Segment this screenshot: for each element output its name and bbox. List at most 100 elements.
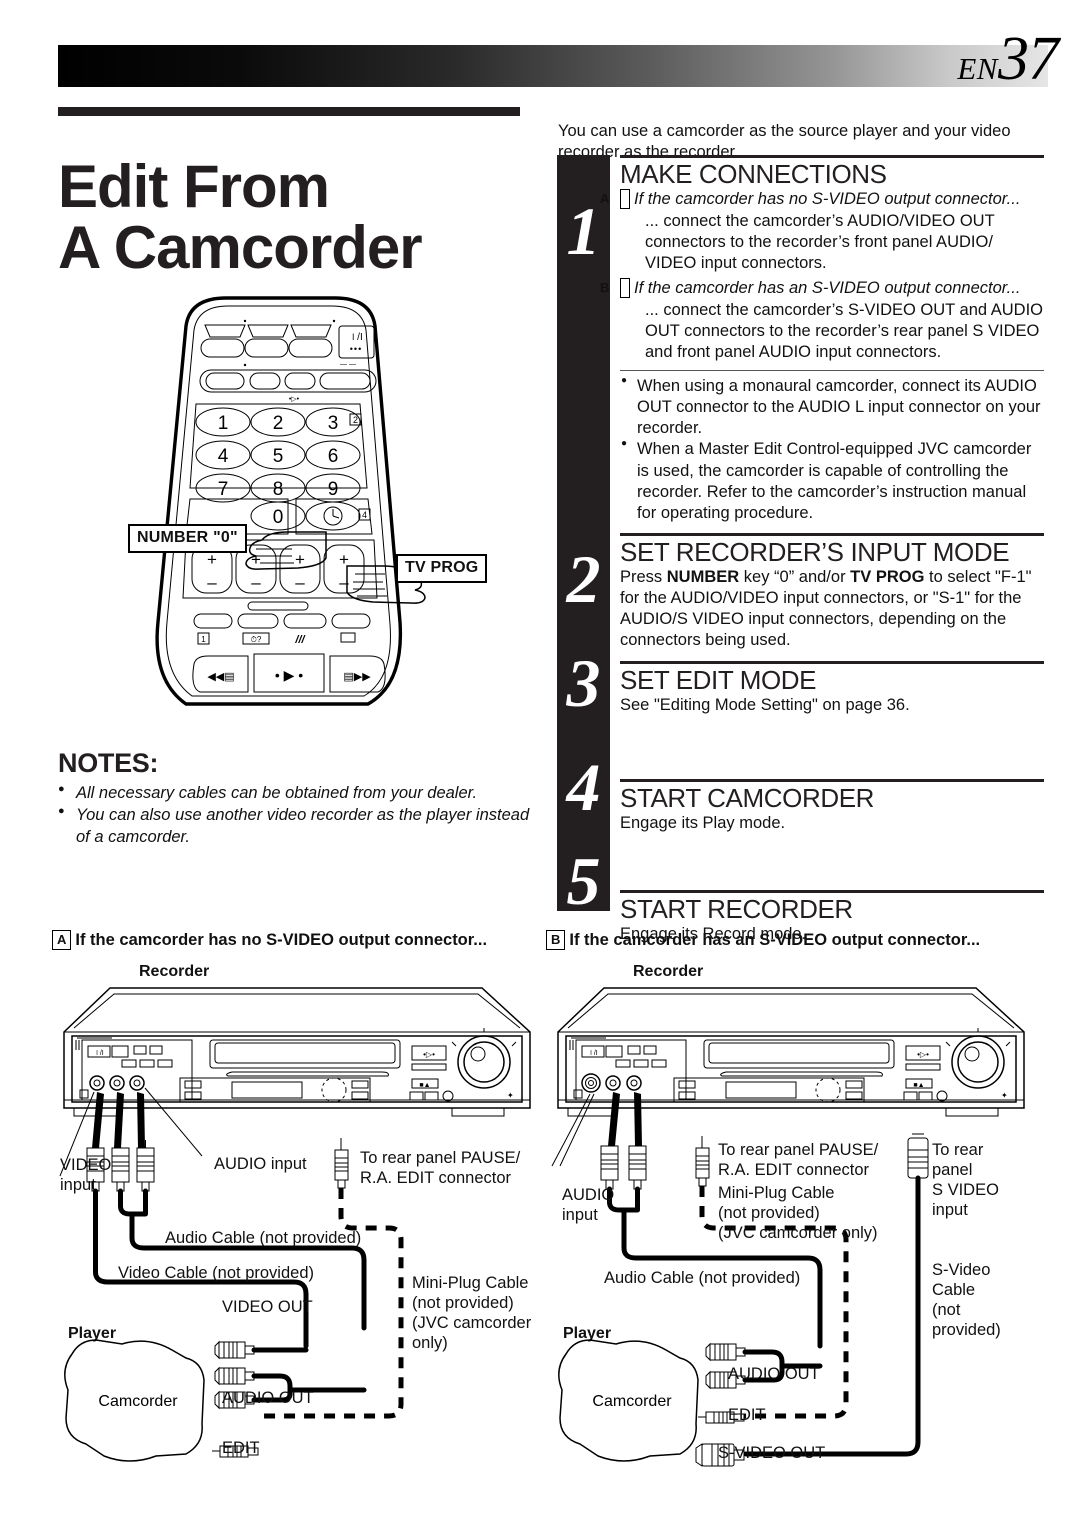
step-5-heading: START RECORDER <box>620 893 853 924</box>
step-1-divider <box>620 369 1044 372</box>
label-audio-input-b: AUDIO input <box>562 1186 615 1225</box>
label-edit-a: EDIT <box>222 1439 260 1457</box>
step-number-4: 4 <box>566 749 601 825</box>
svg-text:6: 6 <box>328 446 339 467</box>
label-svideo-input-b: To rear panel S VIDEO input <box>932 1141 999 1220</box>
rca-plug <box>600 1138 619 1190</box>
diagram-a-badge: A <box>52 930 72 950</box>
option-b-badge: B <box>600 278 630 299</box>
step-1-option-a: A If the camcorder has no S-VIDEO output … <box>600 189 1044 210</box>
option-b-title: If the camcorder has an S-VIDEO output c… <box>634 279 1021 298</box>
step-2-heading: SET RECORDER’S INPUT MODE <box>620 536 1010 567</box>
step-number-3: 3 <box>566 645 601 721</box>
step-3: SET EDIT MODE See "Editing Mode Setting"… <box>620 661 1044 716</box>
svg-text:•••: ••• <box>350 344 362 354</box>
svg-text:4: 4 <box>218 446 229 467</box>
diagram-a-heading: A If the camcorder has no S-VIDEO output … <box>52 930 487 950</box>
number-key-callout-hand <box>238 522 328 579</box>
callout-tv-prog: TV PROG <box>396 554 488 583</box>
svg-text:⏽/I: ⏽/I <box>94 1050 103 1057</box>
step-2-text-1: Press <box>620 567 667 586</box>
svg-text:■▲: ■▲ <box>913 1082 924 1089</box>
svg-text:• ▶ •: • ▶ • <box>275 667 303 683</box>
rca-plug-audio-out-1 <box>214 1366 255 1386</box>
tv-prog-emphasis: TV PROG <box>850 567 925 586</box>
step-rule <box>620 661 1044 665</box>
step-number-5: 5 <box>566 843 601 919</box>
rca-plug-video-out <box>214 1340 255 1360</box>
option-a-title: If the camcorder has no S-VIDEO output c… <box>634 190 1021 209</box>
s-video-plug <box>907 1133 929 1179</box>
step-4-body: Engage its Play mode. <box>620 813 786 832</box>
step-2-body: Press NUMBER key “0” and/or TV PROG to s… <box>620 567 1044 651</box>
number-key-emphasis: NUMBER <box>666 567 740 586</box>
note-item: All necessary cables can be obtained fro… <box>58 782 538 804</box>
step-1-option-a-body: ... connect the camcorder’s AUDIO/VIDEO … <box>645 212 995 272</box>
label-audio-cable-b: Audio Cable (not provided) <box>604 1269 801 1287</box>
diagram-b-heading-text: If the camcorder has an S-VIDEO output c… <box>569 931 981 949</box>
svg-text:5: 5 <box>273 446 284 467</box>
step-2-text-2: key “0” and/or <box>739 567 851 586</box>
label-audio-input-a: AUDIO input <box>214 1155 307 1173</box>
callout-number-key: NUMBER "0" <box>128 524 247 553</box>
title-rule <box>58 107 520 116</box>
page-title-line2: A Camcorder <box>58 214 423 282</box>
svg-text:✦: ✦ <box>1001 1091 1008 1100</box>
svg-text:⏱?: ⏱? <box>251 635 262 644</box>
svg-text:2: 2 <box>273 413 284 434</box>
svg-text:— —: — — <box>340 361 356 368</box>
diagram-b-badge: B <box>546 930 566 950</box>
step-1-bullet: When using a monaural camcorder, connect… <box>620 375 1044 439</box>
step-4-heading: START CAMCORDER <box>620 782 875 813</box>
step-1-option-b-body: ... connect the camcorder’s S-VIDEO OUT … <box>645 301 1043 361</box>
svg-text:▤▶▶: ▤▶▶ <box>343 671 371 683</box>
step-number-1: 1 <box>566 193 601 269</box>
svg-text:⏽/I: ⏽/I <box>588 1050 597 1057</box>
label-audio-out-b: AUDIO OUT <box>728 1365 820 1383</box>
option-a-badge: A <box>600 189 630 210</box>
step-1-bullet: When a Master Edit Control-equipped JVC … <box>620 438 1044 523</box>
remote-control-illustration: ⏽/I ••• — — •▷• 1 2 3 4 5 6 7 8 9 2 0 4 … <box>128 292 458 712</box>
step-3-body: See "Editing Mode Setting" on page 36. <box>620 696 910 715</box>
svg-text:•▷•: •▷• <box>423 1050 435 1059</box>
label-mini-plug-a: Mini-Plug Cable (not provided) (JVC camcor… <box>412 1274 532 1353</box>
svg-text:2: 2 <box>353 415 358 425</box>
label-mini-plug-b: Mini-Plug Cable (not provided) (JVC camcor… <box>718 1184 878 1243</box>
label-audio-cable-a: Audio Cable (not provided) <box>165 1229 362 1247</box>
label-video-out-a: VIDEO OUT <box>222 1298 313 1316</box>
mini-plug <box>695 1136 710 1187</box>
svg-text:1: 1 <box>201 635 206 644</box>
svg-text:✦: ✦ <box>507 1091 514 1100</box>
rca-plug <box>111 1140 130 1192</box>
svg-text:9: 9 <box>328 479 339 500</box>
mini-plug <box>334 1138 349 1189</box>
svg-text:1: 1 <box>218 413 229 434</box>
svg-text:7: 7 <box>218 479 229 500</box>
step-1-option-b: B If the camcorder has an S-VIDEO output … <box>600 278 1044 299</box>
rca-plug <box>628 1138 647 1190</box>
svg-text:3: 3 <box>328 413 339 434</box>
label-pause-edit-a: To rear panel PAUSE/R.A. EDIT connector <box>360 1149 521 1188</box>
page-title: Edit From A Camcorder <box>58 153 558 282</box>
notes-heading: NOTES: <box>58 748 159 778</box>
step-1: MAKE CONNECTIONS A If the camcorder has n… <box>600 155 1044 524</box>
label-edit-b: EDIT <box>728 1406 766 1424</box>
label-video-input-a: VIDEO input <box>60 1156 112 1195</box>
rca-plug-audio-out-1 <box>705 1342 746 1362</box>
step-rule <box>620 889 1044 893</box>
svg-text:///: /// <box>294 634 306 646</box>
rca-plug <box>136 1140 155 1192</box>
header-gradient-bar <box>58 45 1048 87</box>
svg-text:Camcorder: Camcorder <box>98 1393 178 1410</box>
step-number-2: 2 <box>566 541 601 617</box>
svg-text:⏽/I: ⏽/I <box>349 332 362 343</box>
page-title-line1: Edit From <box>58 153 330 221</box>
svg-text:◀◀▤: ◀◀▤ <box>207 671 234 683</box>
step-1-bullets: When using a monaural camcorder, connect… <box>620 375 1044 524</box>
label-svideo-cable-b: S-Video Cable (not provided) <box>932 1261 1001 1340</box>
svg-text:Camcorder: Camcorder <box>592 1393 672 1410</box>
step-4: START CAMCORDER Engage its Play mode. <box>620 778 1044 834</box>
note-item: You can also use another video recorder … <box>58 804 538 848</box>
svg-text:4: 4 <box>362 510 367 520</box>
diagram-a-recorder-label: Recorder <box>139 963 210 980</box>
